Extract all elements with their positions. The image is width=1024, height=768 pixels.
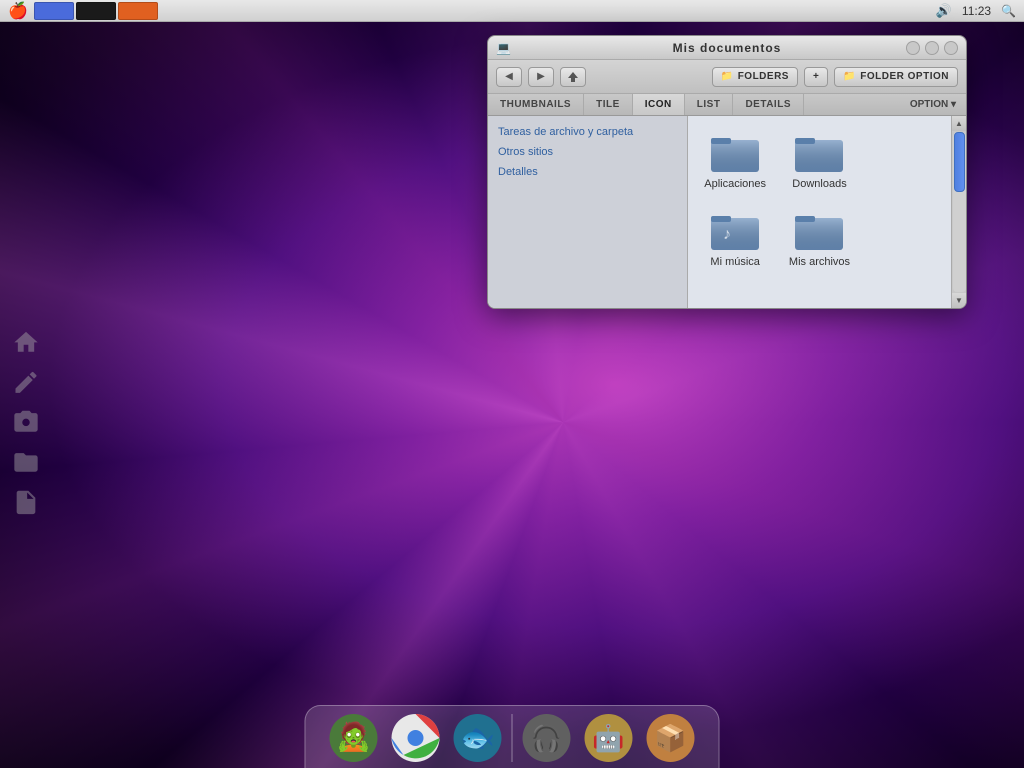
folder-archivos-icon [793,208,845,252]
sidebar-item-tareas[interactable]: Tareas de archivo y carpeta [488,122,687,142]
zombie-icon: 🧟 [326,710,382,766]
file-manager-window: 💻 Mis documentos ◀ ▶ 📁 FOLDERS + 📁 FOLDE… [487,35,967,309]
sidebar-item-detalles[interactable]: Detalles [488,162,687,182]
window-content: Tareas de archivo y carpeta Otros sitios… [488,116,966,308]
view-tabs-bar: THUMBNAILS TILE ICON LIST DETAILS OPTION… [488,94,966,116]
folder-option-icon: 📁 [843,71,856,82]
camera-icon [12,408,40,436]
scroll-thumb[interactable] [954,132,965,192]
dock-item-box[interactable]: 📦 [643,710,699,766]
scroll-up-button[interactable]: ▲ [952,116,967,131]
empty-slot [867,126,919,194]
window-title: Mis documentos [673,41,782,55]
window-controls [906,41,958,55]
pen-icon [12,368,40,396]
forward-button[interactable]: ▶ [528,67,554,87]
folder-icon [12,448,40,476]
clock: 11:23 [962,4,991,18]
file-item-musica[interactable]: ♪ Mi música [698,204,772,272]
tab-details[interactable]: DETAILS [733,94,804,115]
folder-downloads-icon [793,130,845,174]
left-dock-pen[interactable] [10,366,42,398]
tab-tile[interactable]: TILE [584,94,633,115]
left-dock-home[interactable] [10,326,42,358]
dock-item-robot[interactable]: 🤖 [581,710,637,766]
option-dropdown[interactable]: OPTION ▾ [900,94,966,115]
dock-separator [512,714,513,762]
file-item-downloads[interactable]: Downloads [782,126,856,194]
tab-thumbnails[interactable]: THUMBNAILS [488,94,584,115]
file-item-aplicaciones[interactable]: Aplicaciones [698,126,772,194]
window-maximize-button[interactable] [944,41,958,55]
folder-musica-icon: ♪ [709,208,761,252]
sidebar-panel: Tareas de archivo y carpeta Otros sitios… [488,116,688,308]
window-close-button[interactable] [906,41,920,55]
search-icon[interactable]: 🔍 [1001,4,1016,18]
file-label-archivos: Mis archivos [789,256,850,268]
file-label-aplicaciones: Aplicaciones [704,178,766,190]
left-dock [10,326,42,518]
box-icon: 📦 [643,710,699,766]
headphone-icon: 🎧 [519,710,575,766]
up-button[interactable] [560,67,586,87]
svg-text:🧟: 🧟 [336,720,371,753]
file-label-musica: Mi música [710,256,760,268]
svg-text:🐟: 🐟 [460,722,495,753]
svg-text:♪: ♪ [723,226,731,243]
svg-text:📦: 📦 [654,723,686,753]
home-icon [12,328,40,356]
apple-logo-icon[interactable]: 🍎 [8,1,28,21]
bottom-dock: 🧟 🐟 [305,705,720,768]
menubar-right: 🔊 11:23 🔍 [936,3,1016,19]
robot-icon: 🤖 [581,710,637,766]
svg-text:🎧: 🎧 [530,723,562,753]
menubar-left: 🍎 [0,1,158,21]
dock-item-headphone[interactable]: 🎧 [519,710,575,766]
file-label-downloads: Downloads [792,178,846,190]
volume-icon[interactable]: 🔊 [936,3,952,19]
add-button[interactable]: + [804,67,828,87]
left-dock-document[interactable] [10,486,42,518]
fish-icon: 🐟 [450,710,506,766]
dock-item-zombie[interactable]: 🧟 [326,710,382,766]
folder-btn-icon: 📁 [721,71,734,82]
folders-label: FOLDERS [738,71,789,82]
svg-text:🤖: 🤖 [592,723,624,753]
window-toolbar: ◀ ▶ 📁 FOLDERS + 📁 FOLDER OPTION [488,60,966,94]
color-btn-black[interactable] [76,2,116,20]
folder-option-label: FOLDER OPTION [860,71,949,82]
up-arrow-icon [566,70,580,84]
back-button[interactable]: ◀ [496,67,522,87]
left-dock-folder[interactable] [10,446,42,478]
document-icon [12,488,40,516]
dock-item-fish[interactable]: 🐟 [450,710,506,766]
folder-aplicaciones-icon [709,130,761,174]
color-btn-orange[interactable] [118,2,158,20]
folders-button[interactable]: 📁 FOLDERS [712,67,798,87]
window-titlebar[interactable]: 💻 Mis documentos [488,36,966,60]
add-label: + [813,71,819,82]
folder-option-button[interactable]: 📁 FOLDER OPTION [834,67,958,87]
sidebar-item-otros[interactable]: Otros sitios [488,142,687,162]
chrome-icon [388,710,444,766]
file-item-archivos[interactable]: Mis archivos [782,204,856,272]
left-dock-camera[interactable] [10,406,42,438]
scroll-down-button[interactable]: ▼ [952,293,967,308]
menubar: 🍎 🔊 11:23 🔍 [0,0,1024,22]
window-icon: 💻 [496,41,511,55]
color-btn-blue[interactable] [34,2,74,20]
dock-item-chrome[interactable] [388,710,444,766]
tab-icon[interactable]: ICON [633,94,685,115]
files-grid: Aplicaciones Downloads [688,116,951,308]
scroll-track[interactable] [953,132,966,292]
window-minimize-button[interactable] [925,41,939,55]
tab-list[interactable]: LIST [685,94,734,115]
scrollbar: ▲ ▼ [951,116,966,308]
